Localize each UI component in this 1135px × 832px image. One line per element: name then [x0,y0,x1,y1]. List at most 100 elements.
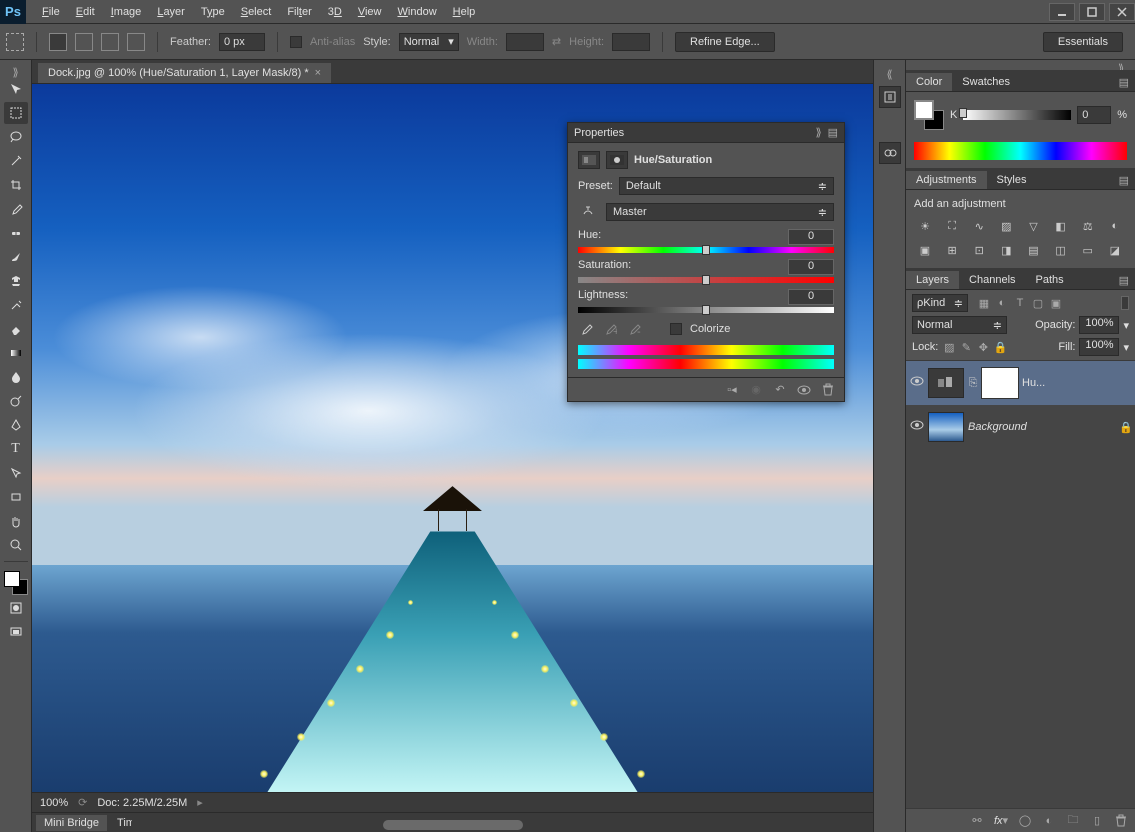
selection-add-icon[interactable] [75,33,93,51]
hue-value[interactable]: 0 [788,229,834,245]
eyedropper-subtract-icon[interactable]: - [626,321,642,337]
layer-thumb[interactable] [928,412,964,442]
visibility-icon[interactable] [910,376,924,390]
reset-icon[interactable]: ↶ [772,382,788,398]
panel-menu-icon[interactable]: ▤ [1113,74,1135,91]
channel-mixer-icon[interactable]: ⊞ [941,240,963,260]
saturation-slider[interactable] [578,277,834,283]
photo-filter-icon[interactable]: ▣ [914,240,936,260]
foreground-background-color[interactable] [4,571,28,595]
selection-new-icon[interactable] [49,33,67,51]
add-mask-icon[interactable]: ◯ [1017,813,1033,829]
color-lookup-icon[interactable]: ⊡ [968,240,990,260]
selective-color-icon[interactable]: ◪ [1104,240,1126,260]
colorize-checkbox[interactable] [670,323,682,335]
saturation-value[interactable]: 0 [788,259,834,275]
opacity-input[interactable]: 100% [1079,316,1119,334]
eyedropper-tool-icon[interactable] [4,198,28,220]
filter-type-icon[interactable]: T [1012,295,1028,311]
lock-transparency-icon[interactable]: ▨ [942,340,956,354]
menu-view[interactable]: View [350,2,390,22]
blur-tool-icon[interactable] [4,366,28,388]
k-value-input[interactable] [1077,106,1111,124]
close-icon[interactable]: × [315,67,321,79]
menu-help[interactable]: Help [445,2,484,22]
close-button[interactable] [1109,3,1135,21]
pen-tool-icon[interactable] [4,414,28,436]
new-layer-icon[interactable]: ▯ [1089,813,1105,829]
hand-tool-icon[interactable] [4,510,28,532]
new-group-icon[interactable]: 🗀 [1065,813,1081,829]
style-select[interactable]: Normal▾ [399,33,459,51]
filter-smart-icon[interactable]: ▣ [1048,295,1064,311]
channel-dropdown[interactable]: Master≑ [606,203,834,221]
layer-mask-thumb[interactable] [982,368,1018,398]
menu-image[interactable]: Image [103,2,150,22]
tab-layers[interactable]: Layers [906,271,959,289]
visibility-icon[interactable] [796,382,812,398]
lightness-slider[interactable] [578,307,834,313]
panel-menu-icon[interactable]: ▤ [1113,272,1135,289]
menu-3d[interactable]: 3D [320,2,350,22]
selection-subtract-icon[interactable] [101,33,119,51]
zoom-tool-icon[interactable] [4,534,28,556]
chevron-down-icon[interactable]: ▾ [1123,319,1129,332]
tab-swatches[interactable]: Swatches [952,73,1020,91]
status-icon[interactable]: ⟳ [78,796,87,809]
slider-thumb[interactable] [702,305,710,315]
maximize-button[interactable] [1079,3,1105,21]
refine-edge-button[interactable]: Refine Edge... [675,32,775,52]
dodge-tool-icon[interactable] [4,390,28,412]
menu-window[interactable]: Window [390,2,445,22]
new-adjustment-icon[interactable]: ◐ [1041,813,1057,829]
tab-paths[interactable]: Paths [1026,271,1074,289]
slider-thumb[interactable] [702,245,710,255]
filter-toggle[interactable] [1121,296,1129,310]
menu-select[interactable]: Select [233,2,280,22]
clone-stamp-tool-icon[interactable] [4,270,28,292]
lasso-tool-icon[interactable] [4,126,28,148]
tool-expand-icon[interactable]: ⟫ [2,66,30,76]
scrollbar-thumb[interactable] [383,820,523,830]
tab-styles[interactable]: Styles [987,171,1037,189]
minimize-button[interactable] [1049,3,1075,21]
trash-icon[interactable] [1113,813,1129,829]
layer-name[interactable]: Hu... [1022,377,1131,389]
preset-dropdown[interactable]: Default≑ [619,177,834,195]
link-icon[interactable]: ⎘ [968,377,978,390]
color-fg-bg-swatch[interactable] [914,100,944,130]
curves-icon[interactable]: ∿ [968,216,990,236]
canvas[interactable]: Properties ⟫ ▤ Hue/Saturation Preset: De… [32,84,873,792]
threshold-icon[interactable]: ◫ [1050,240,1072,260]
history-panel-icon[interactable] [879,86,901,108]
chevron-down-icon[interactable]: ▾ [1123,341,1129,354]
layer-style-icon[interactable]: fx▾ [993,813,1009,829]
invert-icon[interactable]: ◨ [995,240,1017,260]
history-brush-tool-icon[interactable] [4,294,28,316]
lock-position-icon[interactable]: ✥ [976,340,990,354]
healing-brush-tool-icon[interactable] [4,222,28,244]
brush-tool-icon[interactable] [4,246,28,268]
document-tab[interactable]: Dock.jpg @ 100% (Hue/Saturation 1, Layer… [38,63,331,83]
zoom-level[interactable]: 100% [40,797,68,809]
filter-pixel-icon[interactable]: ▦ [976,295,992,311]
tab-channels[interactable]: Channels [959,271,1025,289]
levels-icon[interactable]: ⛶ [941,216,963,236]
vibrance-icon[interactable]: ▽ [1023,216,1045,236]
spectrum-bar[interactable] [914,142,1127,160]
lock-all-icon[interactable]: 🔒 [993,340,1007,354]
dock-expand-icon[interactable]: ⟪ [876,68,904,78]
tab-mini-bridge[interactable]: Mini Bridge [36,815,107,831]
marquee-tool-icon[interactable] [6,33,24,51]
layer-adjustment-thumb[interactable] [928,368,964,398]
character-panel-icon[interactable] [879,142,901,164]
clip-to-layer-icon[interactable]: ▫◂ [724,382,740,398]
panel-menu-icon[interactable]: ▤ [828,126,838,139]
tab-adjustments[interactable]: Adjustments [906,171,987,189]
panels-collapse-icon[interactable]: ⟫ [1107,60,1135,70]
type-tool-icon[interactable]: T [4,438,28,460]
filter-shape-icon[interactable]: ▢ [1030,295,1046,311]
target-adjustment-icon[interactable] [578,203,600,221]
layer-row-adjustment[interactable]: ⎘ Hu... [906,361,1135,405]
eyedropper-icon[interactable] [578,321,594,337]
